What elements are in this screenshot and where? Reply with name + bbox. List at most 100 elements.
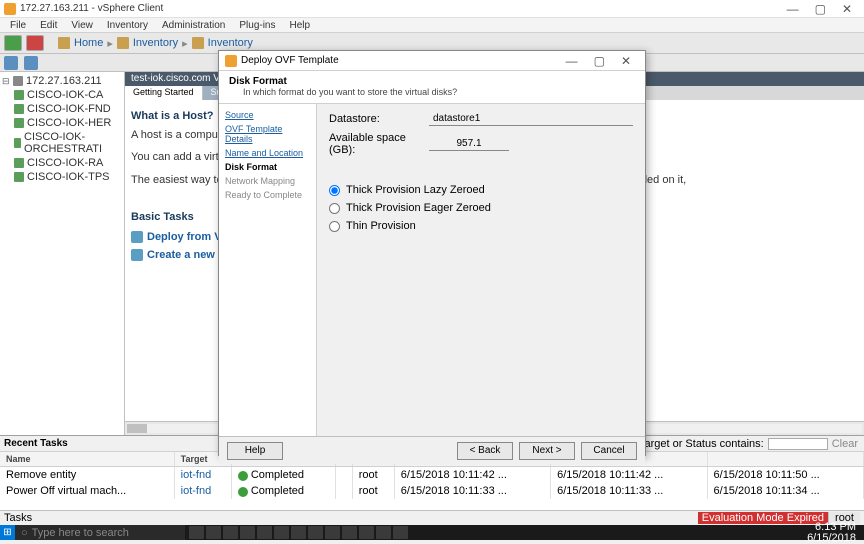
tree-vm[interactable]: CISCO-IOK-CA xyxy=(2,88,122,102)
toolbar-btn-1[interactable] xyxy=(4,35,22,51)
taskbar-apps xyxy=(185,526,412,539)
radio-thick-eager[interactable] xyxy=(329,203,340,214)
vm-icon xyxy=(14,172,24,182)
menu-file[interactable]: File xyxy=(4,19,32,32)
table-row[interactable]: Remove entity iot-fnd Completed root 6/1… xyxy=(0,467,864,484)
vm-icon xyxy=(14,104,24,114)
dialog-buttons: Help < Back Next > Cancel xyxy=(219,436,645,464)
tasks-link[interactable]: Tasks xyxy=(4,512,32,524)
taskbar-app-icon[interactable] xyxy=(274,526,289,539)
inventory-icon xyxy=(192,37,204,49)
close-button[interactable]: ✕ xyxy=(842,2,852,16)
step-name-location[interactable]: Name and Location xyxy=(225,148,310,158)
tray-icon[interactable] xyxy=(777,528,787,538)
taskbar-app-icon[interactable] xyxy=(393,526,408,539)
tray-icon[interactable] xyxy=(790,528,800,538)
next-button[interactable]: Next > xyxy=(519,442,575,460)
windows-taskbar: ⊞ ○ Type here to search 6:13 PM6/15/2018 xyxy=(0,525,864,540)
taskbar-search[interactable]: ○ Type here to search xyxy=(15,525,185,540)
radio-thin[interactable] xyxy=(329,221,340,232)
inventory-tree: ⊟172.27.163.211 CISCO-IOK-CA CISCO-IOK-F… xyxy=(0,72,125,435)
space-label: Available space (GB): xyxy=(329,132,429,156)
menu-edit[interactable]: Edit xyxy=(34,19,63,32)
menu-help[interactable]: Help xyxy=(284,19,317,32)
taskbar-app-icon[interactable] xyxy=(206,526,221,539)
taskbar-app-icon[interactable] xyxy=(240,526,255,539)
dialog-close[interactable]: ✕ xyxy=(621,54,631,68)
start-button[interactable]: ⊞ xyxy=(0,525,15,540)
dialog-icon xyxy=(225,55,237,67)
taskbar-app-icon[interactable] xyxy=(376,526,391,539)
taskbar-app-icon[interactable] xyxy=(189,526,204,539)
menu-view[interactable]: View xyxy=(65,19,99,32)
table-row[interactable]: Power Off virtual mach... iot-fnd Comple… xyxy=(0,483,864,499)
tree-vm[interactable]: CISCO-IOK-ORCHESTRATI xyxy=(2,130,122,156)
window-titlebar: 172.27.163.211 - vSphere Client — ▢ ✕ xyxy=(0,0,864,18)
taskbar-app-icon[interactable] xyxy=(359,526,374,539)
help-button[interactable]: Help xyxy=(227,442,283,460)
datastore-value: datastore1 xyxy=(429,112,633,126)
tray-icon[interactable] xyxy=(725,528,735,538)
col[interactable] xyxy=(707,452,863,467)
status-ok-icon xyxy=(238,487,248,497)
tree-root[interactable]: ⊟172.27.163.211 xyxy=(2,74,122,88)
status-ok-icon xyxy=(238,471,248,481)
minimize-button[interactable]: — xyxy=(787,2,799,16)
taskbar-app-icon[interactable] xyxy=(291,526,306,539)
wizard-steps: Source OVF Template Details Name and Loc… xyxy=(219,104,317,436)
taskbar-app-icon[interactable] xyxy=(223,526,238,539)
dialog-subtitle: In which format do you want to store the… xyxy=(243,87,635,97)
toolbar-icon[interactable] xyxy=(24,56,38,70)
step-disk-format: Disk Format xyxy=(225,162,310,172)
tree-vm[interactable]: CISCO-IOK-TPS xyxy=(2,170,122,184)
inventory-icon xyxy=(117,37,129,49)
dialog-form: Datastore: datastore1 Available space (G… xyxy=(317,104,645,436)
tab-getting-started[interactable]: Getting Started xyxy=(125,86,203,100)
tree-vm[interactable]: CISCO-IOK-FND xyxy=(2,102,122,116)
vm-icon xyxy=(14,138,21,148)
breadcrumb: Home ▸ Inventory ▸ Inventory xyxy=(58,37,253,50)
toolbar-icon[interactable] xyxy=(4,56,18,70)
cancel-button[interactable]: Cancel xyxy=(581,442,637,460)
radio-thick-lazy[interactable] xyxy=(329,185,340,196)
taskbar-clock[interactable]: 6:13 PM6/15/2018 xyxy=(803,522,860,544)
tree-vm[interactable]: CISCO-IOK-HER xyxy=(2,116,122,130)
deploy-ovf-dialog: Deploy OVF Template — ▢ ✕ Disk Format In… xyxy=(218,50,646,456)
dialog-section: Disk Format xyxy=(229,76,287,87)
crumb-home[interactable]: Home xyxy=(74,37,103,49)
menu-administration[interactable]: Administration xyxy=(156,19,231,32)
crumb-inventory-1[interactable]: Inventory xyxy=(133,37,178,49)
dialog-minimize[interactable]: — xyxy=(566,54,578,68)
back-button[interactable]: < Back xyxy=(457,442,513,460)
host-icon xyxy=(13,76,23,86)
tray-icon[interactable] xyxy=(764,528,774,538)
search-icon: ○ xyxy=(21,527,28,539)
toolbar-btn-2[interactable] xyxy=(26,35,44,51)
step-ovf-details[interactable]: OVF Template Details xyxy=(225,124,310,144)
home-icon xyxy=(58,37,70,49)
dialog-header: Disk Format In which format do you want … xyxy=(219,71,645,104)
menu-plugins[interactable]: Plug-ins xyxy=(233,19,281,32)
filter-input[interactable] xyxy=(768,438,828,450)
menu-inventory[interactable]: Inventory xyxy=(101,19,154,32)
app-icon xyxy=(4,3,16,15)
tree-vm[interactable]: CISCO-IOK-RA xyxy=(2,156,122,170)
datastore-label: Datastore: xyxy=(329,113,429,125)
taskbar-app-icon[interactable] xyxy=(342,526,357,539)
tray-icon[interactable] xyxy=(751,528,761,538)
taskbar-app-icon[interactable] xyxy=(257,526,272,539)
step-source[interactable]: Source xyxy=(225,110,310,120)
col-name[interactable]: Name xyxy=(0,452,174,467)
filter-clear[interactable]: Clear xyxy=(832,438,858,450)
taskbar-app-icon[interactable] xyxy=(325,526,340,539)
tray-icon[interactable] xyxy=(738,528,748,538)
system-tray: 6:13 PM6/15/2018 xyxy=(725,522,864,544)
maximize-button[interactable]: ▢ xyxy=(815,2,826,16)
taskbar-app-icon[interactable] xyxy=(308,526,323,539)
space-value: 957.1 xyxy=(429,137,509,151)
provision-radios: Thick Provision Lazy Zeroed Thick Provis… xyxy=(329,184,633,232)
crumb-sep-icon: ▸ xyxy=(182,37,188,50)
crumb-inventory-2[interactable]: Inventory xyxy=(208,37,253,49)
crumb-sep-icon: ▸ xyxy=(107,37,113,50)
dialog-maximize[interactable]: ▢ xyxy=(594,54,605,68)
